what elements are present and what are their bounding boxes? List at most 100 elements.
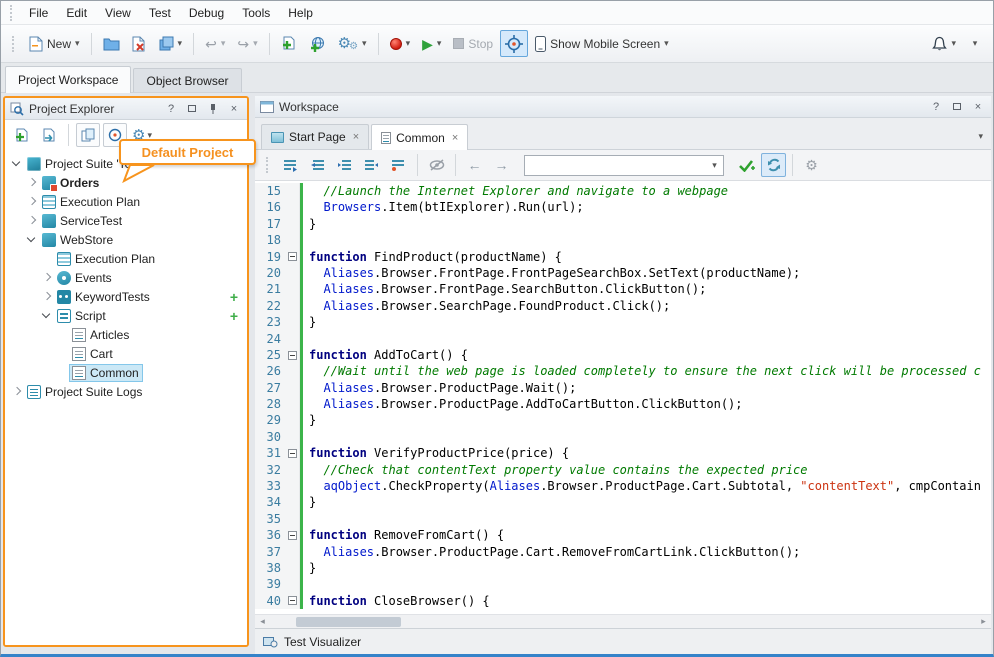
menu-item-tools[interactable]: Tools bbox=[233, 3, 279, 23]
tree-item-script[interactable]: Script+ bbox=[5, 306, 247, 325]
expander-icon[interactable] bbox=[9, 384, 24, 399]
tab-object-browser[interactable]: Object Browser bbox=[133, 68, 241, 92]
undo-button[interactable]: ↩ ▾ bbox=[200, 30, 230, 57]
menu-item-test[interactable]: Test bbox=[140, 3, 180, 23]
separator bbox=[417, 154, 418, 176]
tree-item-cart[interactable]: Cart bbox=[5, 344, 247, 363]
code-line: 21 Aliases.Browser.FrontPage.SearchButto… bbox=[255, 281, 991, 297]
add-child-item-button[interactable]: + bbox=[230, 290, 238, 304]
tree-item-servicetest[interactable]: ServiceTest bbox=[5, 211, 247, 230]
add-item-button[interactable] bbox=[276, 30, 302, 57]
code-text: function VerifyProductPrice(price) { bbox=[303, 445, 569, 461]
expander-icon[interactable] bbox=[39, 289, 54, 304]
tree-item-events[interactable]: Events bbox=[5, 268, 247, 287]
tab-list-button[interactable]: ▾ bbox=[978, 131, 983, 142]
menu-item-help[interactable]: Help bbox=[279, 3, 322, 23]
line-number: 15 bbox=[255, 183, 285, 199]
toolbar-grip[interactable] bbox=[266, 157, 271, 173]
add-new-item-button[interactable] bbox=[10, 123, 34, 147]
line-number: 17 bbox=[255, 216, 285, 232]
add-child-item-button[interactable]: + bbox=[230, 309, 238, 323]
tree-item-common[interactable]: Common bbox=[5, 363, 247, 382]
float-button[interactable] bbox=[184, 101, 200, 117]
auto-sync-button[interactable] bbox=[761, 153, 786, 177]
menu-item-debug[interactable]: Debug bbox=[180, 3, 233, 23]
indent-button[interactable] bbox=[332, 153, 357, 177]
fold-toggle-icon[interactable] bbox=[288, 252, 297, 261]
expander-icon[interactable] bbox=[24, 232, 39, 247]
scroll-right-icon[interactable]: ▸ bbox=[976, 616, 991, 627]
close-panel-button[interactable]: × bbox=[226, 101, 242, 117]
expander-icon[interactable] bbox=[24, 175, 39, 190]
add-web-item-button[interactable] bbox=[304, 30, 331, 57]
tree-item-project-suite-logs[interactable]: Project Suite Logs bbox=[5, 382, 247, 401]
tree-item-articles[interactable]: Articles bbox=[5, 325, 247, 344]
auto-hide-button[interactable] bbox=[205, 101, 221, 117]
toolbar-grip[interactable] bbox=[10, 5, 15, 21]
expander-icon[interactable] bbox=[24, 213, 39, 228]
expander-icon[interactable] bbox=[39, 308, 54, 323]
close-panel-button[interactable]: × bbox=[970, 99, 986, 115]
tree-item-label: Project Suite Logs bbox=[45, 385, 142, 399]
tree-item-execution-plan[interactable]: Execution Plan bbox=[5, 249, 247, 268]
syntax-check-button[interactable] bbox=[734, 153, 759, 177]
editor-settings-button[interactable]: ⚙ bbox=[799, 153, 824, 177]
tree-item-execution-plan[interactable]: Execution Plan bbox=[5, 192, 247, 211]
open-button[interactable] bbox=[98, 30, 125, 57]
stop-button[interactable]: Stop bbox=[448, 30, 498, 57]
line-number: 32 bbox=[255, 462, 285, 478]
fold-toggle-icon[interactable] bbox=[288, 351, 297, 360]
record-test-button[interactable]: ▾ bbox=[385, 30, 416, 57]
close-file-button[interactable] bbox=[127, 30, 152, 57]
menu-item-view[interactable]: View bbox=[96, 3, 140, 23]
nav-back-button[interactable]: ← bbox=[462, 153, 487, 177]
help-button[interactable]: ? bbox=[163, 101, 179, 117]
toolbar-grip[interactable] bbox=[12, 36, 17, 52]
tree-item-keywordtests[interactable]: KeywordTests+ bbox=[5, 287, 247, 306]
tab-project-workspace[interactable]: Project Workspace bbox=[5, 66, 131, 93]
horizontal-scrollbar[interactable]: ◂ ▸ bbox=[255, 614, 991, 628]
test-visualizer-bar[interactable]: Test Visualizer bbox=[255, 628, 991, 654]
code-editor[interactable]: 15 //Launch the Internet Explorer and na… bbox=[255, 181, 991, 614]
code-line: 26 //Wait until the web page is loaded c… bbox=[255, 363, 991, 379]
scrollbar-thumb[interactable] bbox=[296, 617, 401, 627]
code-text: function FindProduct(productName) { bbox=[303, 249, 562, 265]
goto-line-button[interactable] bbox=[305, 153, 330, 177]
expander-icon[interactable] bbox=[9, 156, 24, 171]
add-existing-item-button[interactable] bbox=[37, 123, 61, 147]
editor-tab-start-page[interactable]: Start Page× bbox=[261, 124, 369, 149]
fold-toggle-icon[interactable] bbox=[288, 596, 297, 605]
expander-icon[interactable] bbox=[24, 194, 39, 209]
declaration-combo[interactable]: ▾ bbox=[524, 155, 724, 176]
menu-item-file[interactable]: File bbox=[20, 3, 57, 23]
fold-column bbox=[285, 347, 300, 363]
scroll-left-icon[interactable]: ◂ bbox=[255, 616, 270, 627]
line-number: 35 bbox=[255, 511, 285, 527]
menu-item-edit[interactable]: Edit bbox=[57, 3, 96, 23]
close-tab-icon[interactable]: × bbox=[452, 132, 458, 144]
project-items-button[interactable] bbox=[76, 123, 100, 147]
comment-button[interactable] bbox=[386, 153, 411, 177]
chevron-down-icon[interactable]: ▾ bbox=[706, 156, 723, 175]
show-mobile-screen-button[interactable]: Show Mobile Screen ▾ bbox=[530, 30, 674, 57]
close-tab-icon[interactable]: × bbox=[353, 131, 359, 143]
object-spy-button[interactable] bbox=[500, 30, 528, 57]
outdent-button[interactable] bbox=[359, 153, 384, 177]
toolbar-overflow-button[interactable]: ▾ bbox=[963, 30, 987, 57]
new-button[interactable]: New ▾ bbox=[24, 30, 85, 57]
fold-toggle-icon[interactable] bbox=[288, 531, 297, 540]
nav-forward-button[interactable]: → bbox=[489, 153, 514, 177]
float-button[interactable] bbox=[949, 99, 965, 115]
fold-toggle-icon[interactable] bbox=[288, 449, 297, 458]
redo-button[interactable]: ↪ ▾ bbox=[232, 30, 262, 57]
visualizer-eye-button[interactable] bbox=[424, 153, 449, 177]
expander-icon[interactable] bbox=[39, 270, 54, 285]
save-all-button[interactable]: ▾ bbox=[154, 30, 188, 57]
editor-tab-common[interactable]: Common× bbox=[371, 124, 468, 150]
run-test-button[interactable]: ▶ ▾ bbox=[417, 30, 446, 57]
help-button[interactable]: ? bbox=[928, 99, 944, 115]
tree-item-webstore[interactable]: WebStore bbox=[5, 230, 247, 249]
project-options-button[interactable]: ⚙ ⚙ ▾ bbox=[333, 30, 372, 57]
notifications-button[interactable]: ▾ bbox=[927, 30, 961, 57]
routine-list-button[interactable] bbox=[278, 153, 303, 177]
